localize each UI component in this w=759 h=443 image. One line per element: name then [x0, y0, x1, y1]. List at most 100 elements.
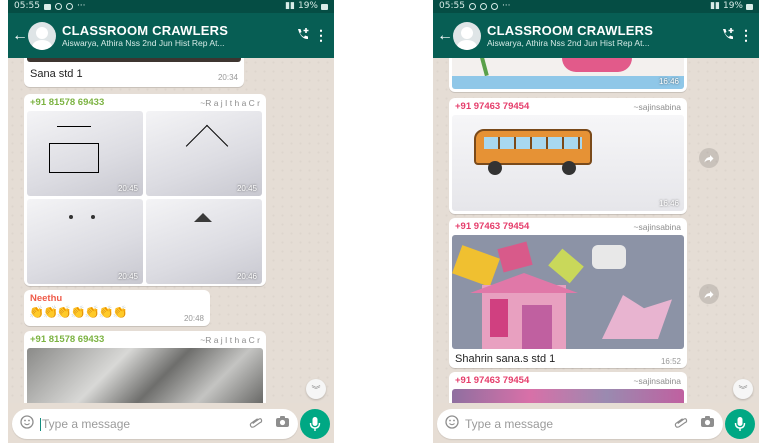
- chat-area[interactable]: 16:46 +91 97463 79454 ~sajinsabina 16:46…: [433, 58, 759, 403]
- message-bubble[interactable]: Neethu 👏👏👏👏👏👏👏 20:48: [24, 290, 210, 326]
- image-time: 20:45: [236, 184, 257, 193]
- image-grid-message[interactable]: +91 81578 69433 ~R a j I t h a C r 20:45…: [24, 94, 266, 286]
- message-input[interactable]: Type a message: [465, 417, 674, 431]
- message-placeholder: Type a message: [465, 417, 554, 431]
- left-phone-screen: 05:55 ··· ▮▮ 19% ← CLASSROOM CRAWLERS Ai…: [8, 0, 334, 443]
- scroll-down-icon[interactable]: ︾: [733, 379, 753, 399]
- image-message[interactable]: +91 81578 69433 ~R a j I t h a C r: [24, 331, 266, 403]
- sender-alias: ~R a j I t h a C r: [200, 98, 260, 108]
- more-options-icon[interactable]: ⋮: [314, 27, 328, 44]
- status-time: 05:55: [14, 1, 40, 11]
- emoji-icon[interactable]: [445, 414, 459, 434]
- more-options-icon[interactable]: ⋮: [739, 27, 753, 44]
- origami-house: [482, 285, 566, 349]
- image-thumbnail[interactable]: [27, 58, 241, 62]
- image-time: 16:46: [658, 199, 679, 208]
- mic-icon: [309, 417, 321, 431]
- mic-button[interactable]: [725, 409, 755, 439]
- status-time: 05:55: [439, 1, 465, 11]
- whatsapp-notification-icon: [468, 3, 476, 10]
- wheel-drawing: [562, 161, 576, 175]
- whatsapp-notification-icon: [54, 3, 62, 10]
- add-call-icon[interactable]: [292, 27, 314, 44]
- image-caption: Shahrin sana.s std 1: [455, 353, 556, 365]
- chat-info[interactable]: CLASSROOM CRAWLERS Aiswarya, Athira Nss …: [62, 23, 292, 48]
- message-composer[interactable]: Type a message: [437, 409, 723, 439]
- house-door: [490, 299, 508, 337]
- camera-icon[interactable]: [700, 415, 715, 433]
- signal-icon: ▮▮: [285, 1, 295, 11]
- image-thumbnail[interactable]: [452, 235, 684, 349]
- more-notifications-icon: ···: [76, 1, 86, 11]
- image-thumbnail[interactable]: 20:45: [27, 111, 143, 196]
- message-time: 16:52: [660, 357, 681, 366]
- signal-icon: ▮▮: [710, 1, 720, 11]
- image-thumbnail[interactable]: 20:45: [27, 199, 143, 284]
- wheel-drawing: [488, 161, 502, 175]
- text-cursor: [40, 418, 41, 432]
- forward-icon[interactable]: [699, 284, 719, 304]
- bus-drawing: [474, 129, 592, 165]
- back-arrow-icon[interactable]: ←: [12, 27, 28, 45]
- sender-name: Neethu: [30, 293, 63, 304]
- dot-mark: [69, 215, 73, 219]
- image-thumbnail[interactable]: [452, 389, 684, 403]
- message-time: 20:34: [217, 73, 238, 82]
- group-avatar[interactable]: [453, 21, 481, 50]
- chat-info[interactable]: CLASSROOM CRAWLERS Aiswarya, Athira Nss …: [487, 23, 717, 48]
- image-time: 16:46: [658, 77, 679, 86]
- image-thumbnail[interactable]: 16:46: [452, 58, 684, 89]
- origami-pink: [497, 241, 533, 273]
- scroll-down-icon[interactable]: ︾: [306, 379, 326, 399]
- house-drawing: [49, 143, 99, 173]
- image-message[interactable]: +91 97463 79454 ~sajinsabina 16:46: [449, 98, 687, 214]
- add-call-icon[interactable]: [717, 27, 739, 44]
- triangle-mark: [194, 213, 212, 222]
- image-thumbnail[interactable]: 20:45: [146, 111, 262, 196]
- message-composer[interactable]: Type a message: [12, 409, 298, 439]
- chat-header: ← CLASSROOM CRAWLERS Aiswarya, Athira Ns…: [8, 13, 334, 58]
- group-avatar[interactable]: [28, 21, 56, 50]
- image-message[interactable]: 16:46: [449, 58, 687, 92]
- sender-phone: +91 81578 69433: [30, 334, 105, 345]
- right-phone-screen: 05:55 ··· ▮▮ 19% ← CLASSROOM CRAWLERS Ai…: [433, 0, 759, 443]
- attach-icon[interactable]: [249, 415, 263, 434]
- settings-notification-icon: [490, 3, 498, 10]
- mic-button[interactable]: [300, 409, 330, 439]
- dot-mark: [91, 215, 95, 219]
- message-text: Sana std 1: [30, 68, 83, 80]
- back-arrow-icon[interactable]: ←: [437, 27, 453, 45]
- image-time: 20:45: [117, 184, 138, 193]
- image-time: 20:46: [236, 272, 257, 281]
- sender-phone: +91 97463 79454: [455, 221, 530, 232]
- message-bubble[interactable]: Sana std 1 20:34: [24, 58, 244, 87]
- sender-phone: +91 97463 79454: [455, 101, 530, 112]
- image-thumbnail[interactable]: 16:46: [452, 115, 684, 211]
- more-notifications-icon: ···: [501, 1, 511, 11]
- attach-icon[interactable]: [674, 415, 688, 434]
- message-input[interactable]: Type a message: [40, 417, 249, 432]
- bus-windows: [484, 137, 582, 149]
- sender-alias: ~R a j I t h a C r: [200, 335, 260, 345]
- status-bar: 05:55 ··· ▮▮ 19%: [433, 0, 759, 13]
- forward-icon[interactable]: [699, 148, 719, 168]
- house-wall: [522, 305, 552, 349]
- image-message[interactable]: +91 97463 79454 ~sajinsabina Shahrin san…: [449, 218, 687, 368]
- image-time: 20:45: [117, 272, 138, 281]
- origami-crown: [602, 295, 672, 339]
- message-text: 👏👏👏👏👏👏👏: [29, 305, 128, 319]
- status-bar: 05:55 ··· ▮▮ 19%: [8, 0, 334, 13]
- image-message[interactable]: +91 97463 79454 ~sajinsabina: [449, 372, 687, 403]
- chat-header: ← CLASSROOM CRAWLERS Aiswarya, Athira Ns…: [433, 13, 759, 58]
- battery-level: 19%: [722, 1, 743, 11]
- image-thumbnail[interactable]: 20:46: [146, 199, 262, 284]
- chat-area[interactable]: Sana std 1 20:34 +91 81578 69433 ~R a j …: [8, 58, 334, 403]
- image-thumbnail[interactable]: [27, 348, 263, 403]
- camera-icon[interactable]: [275, 415, 290, 433]
- sender-alias: ~sajinsabina: [633, 222, 682, 232]
- chat-title: CLASSROOM CRAWLERS: [487, 23, 654, 38]
- sender-alias: ~sajinsabina: [633, 376, 682, 386]
- emoji-icon[interactable]: [20, 414, 34, 434]
- fold-drawing: [185, 124, 229, 168]
- battery-icon: [321, 3, 328, 10]
